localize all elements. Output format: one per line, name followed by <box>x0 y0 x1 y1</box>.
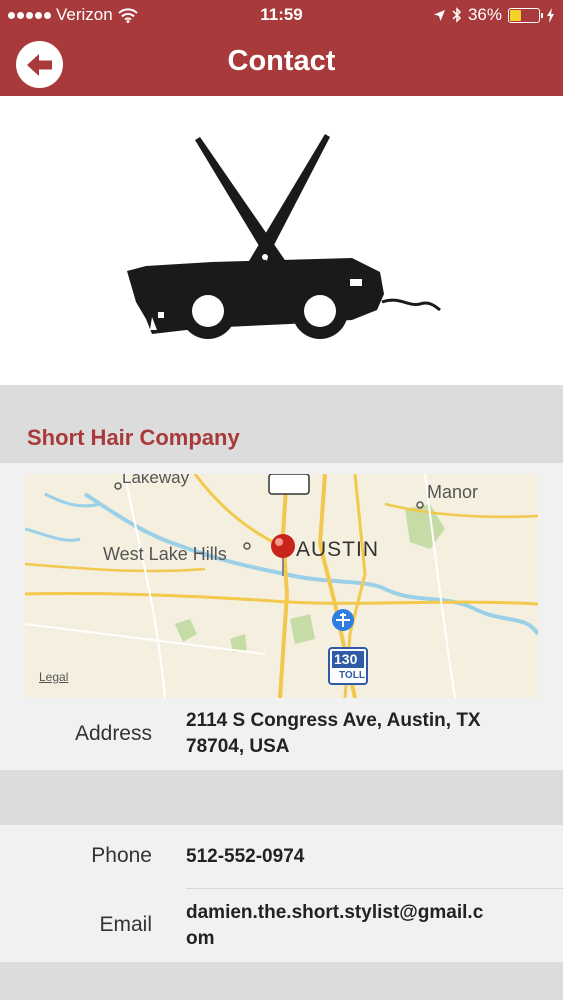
section-gap <box>0 770 563 825</box>
phone-label: Phone <box>91 844 152 867</box>
map-label-lakeway: Lakeway <box>122 474 190 487</box>
address-value[interactable]: 2114 S Congress Ave, Austin, TX 78704, U… <box>186 708 544 760</box>
bottom-band <box>0 962 563 1000</box>
map-label-toll: TOLL <box>339 670 365 681</box>
company-header <box>0 385 563 463</box>
charging-bolt-icon <box>547 7 554 23</box>
map-label-highway: 130 <box>334 651 358 667</box>
battery-icon <box>508 7 543 23</box>
address-line-1: 2114 S Congress Ave, Austin, TX <box>186 710 481 731</box>
email-label: Email <box>99 913 152 936</box>
scissors-clipper-logo <box>127 134 441 339</box>
phone-value[interactable]: 512-552-0974 <box>186 844 544 870</box>
email-value[interactable]: damien.the.short.stylist@gmail.c om <box>186 900 544 952</box>
email-line-2: om <box>186 928 215 949</box>
map-canvas <box>25 474 538 698</box>
map-label-west-lake-hills: West Lake Hills <box>103 544 227 564</box>
map-label-manor: Manor <box>427 482 479 502</box>
row-divider <box>186 888 563 889</box>
status-right: 36% <box>433 5 555 25</box>
navigation-bar: Contact <box>0 32 563 96</box>
page-title: Contact <box>227 45 336 77</box>
location-arrow-icon <box>433 9 445 21</box>
map-legal-link[interactable]: Legal <box>39 670 68 684</box>
address-label: Address <box>74 722 152 745</box>
status-bar: Verizon 11:59 36% <box>0 0 563 32</box>
map-label-austin: AUSTIN <box>296 538 380 561</box>
logo-area <box>0 96 563 385</box>
company-name: Short Hair Company <box>27 425 240 450</box>
map-view[interactable]: Lakeway Manor West Lake Hills AUSTIN 130… <box>25 474 538 698</box>
email-line-1: damien.the.short.stylist@gmail.c <box>186 902 484 923</box>
address-line-2: 78704, USA <box>186 736 290 757</box>
battery-percent: 36% <box>467 5 502 24</box>
bluetooth-icon <box>452 7 462 23</box>
